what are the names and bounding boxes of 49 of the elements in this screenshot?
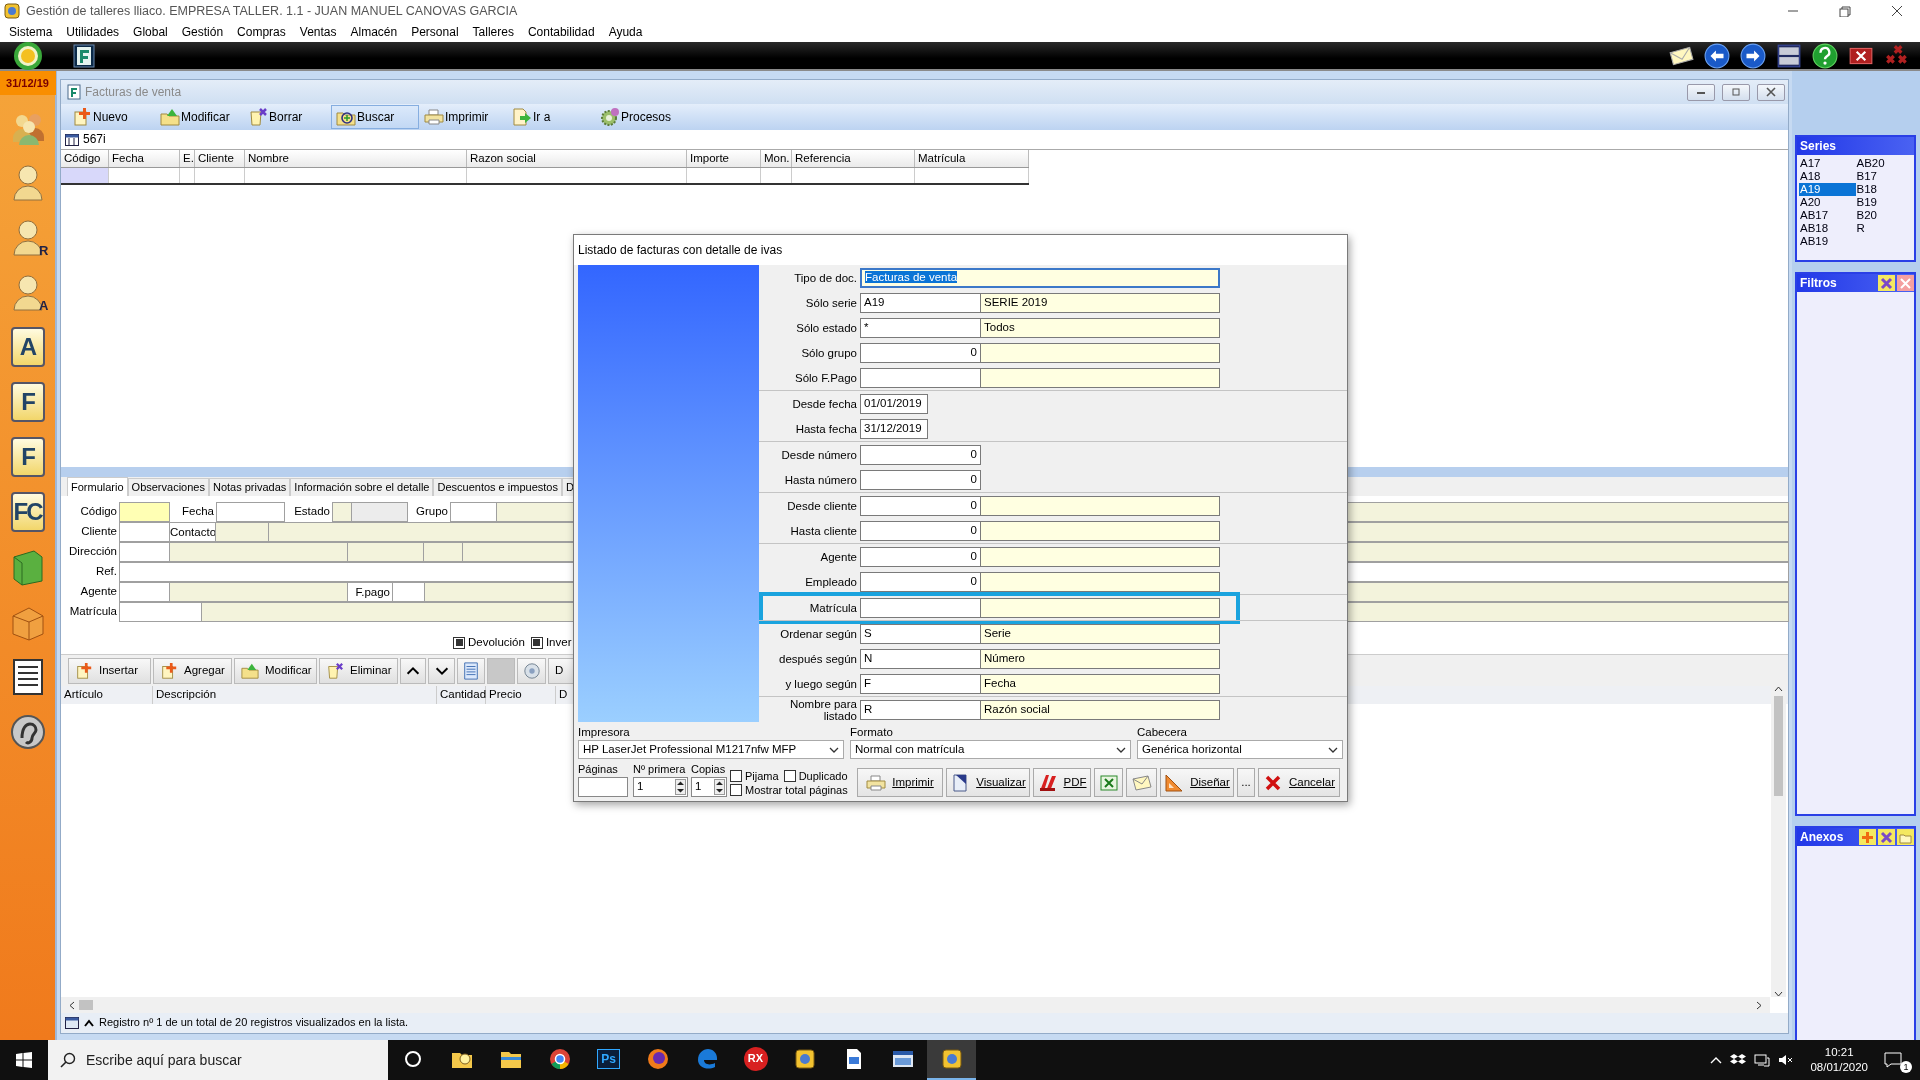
field-label: Matrícula	[808, 601, 858, 614]
field-label: Hasta cliente	[789, 524, 858, 537]
window-title: Facturas de venta	[85, 84, 182, 100]
field-label: Matrícula	[68, 604, 118, 619]
field-label: Desde número	[780, 448, 858, 461]
field-label: Páginas	[578, 763, 619, 777]
field-label: y luego según	[784, 677, 858, 690]
checkbox-label: Duplicado	[798, 769, 848, 783]
field-label: Empleado	[804, 575, 858, 588]
field-label: Impresora	[578, 726, 631, 740]
checkbox-label: Devolución	[468, 636, 525, 650]
field-label: Código	[79, 504, 118, 519]
field-label: Sólo estado	[795, 321, 858, 334]
field-label: Grupo	[415, 504, 449, 519]
field-label: Cabecera	[1137, 726, 1188, 740]
window-title: Gestión de talleres lliaco. EMPRESA TALLER. 1.1 - JUAN MANUEL CANOVAS GARCIA	[26, 3, 518, 19]
field-label: Hasta número	[783, 473, 858, 486]
field-label: después según	[778, 652, 858, 665]
field-label: Sólo grupo	[800, 346, 858, 359]
field-label: Sólo F.Pago	[794, 371, 858, 384]
field-label: Contacto	[169, 522, 216, 542]
field-label: F.pago	[347, 582, 393, 602]
panel-title: Anexos	[1800, 829, 1845, 845]
panel-title: Filtros	[1800, 275, 1838, 291]
field-label: Agente	[819, 550, 858, 563]
field-label: Agente	[79, 584, 118, 599]
field-label: Hasta fecha	[794, 422, 858, 435]
field-label: Desde fecha	[791, 397, 858, 410]
field-label: Nº primera	[633, 763, 687, 777]
date-badge: 31/12/19	[0, 71, 56, 96]
field-label: Estado	[293, 504, 331, 519]
field-label: Ref.	[94, 564, 118, 579]
status-text: Registro nº 1 de un total de 20 registros visualizados en la lista.	[99, 1016, 409, 1030]
field-label: Desde cliente	[786, 499, 858, 512]
field-label: Cliente	[80, 524, 118, 539]
field-label: Dirección	[68, 544, 118, 559]
checkbox-label: Inver	[545, 636, 572, 650]
field-label: Copias	[691, 763, 727, 777]
dialog-title: Listado de facturas con detalle de ivas	[574, 235, 1347, 265]
field-label: Tipo de doc.	[793, 271, 858, 284]
checkbox-label: Pijama	[745, 769, 779, 783]
field-label: Formato	[850, 726, 894, 740]
field-label: Nombre para listado	[788, 697, 858, 722]
checkbox-label: Mostrar total páginas	[745, 783, 848, 797]
field-label: Sólo serie	[804, 296, 858, 309]
panel-title: Series	[1800, 138, 1838, 154]
notification-count: 1	[1900, 1061, 1912, 1073]
field-label: Ordenar según	[779, 627, 858, 640]
field-label: Fecha	[181, 504, 215, 519]
